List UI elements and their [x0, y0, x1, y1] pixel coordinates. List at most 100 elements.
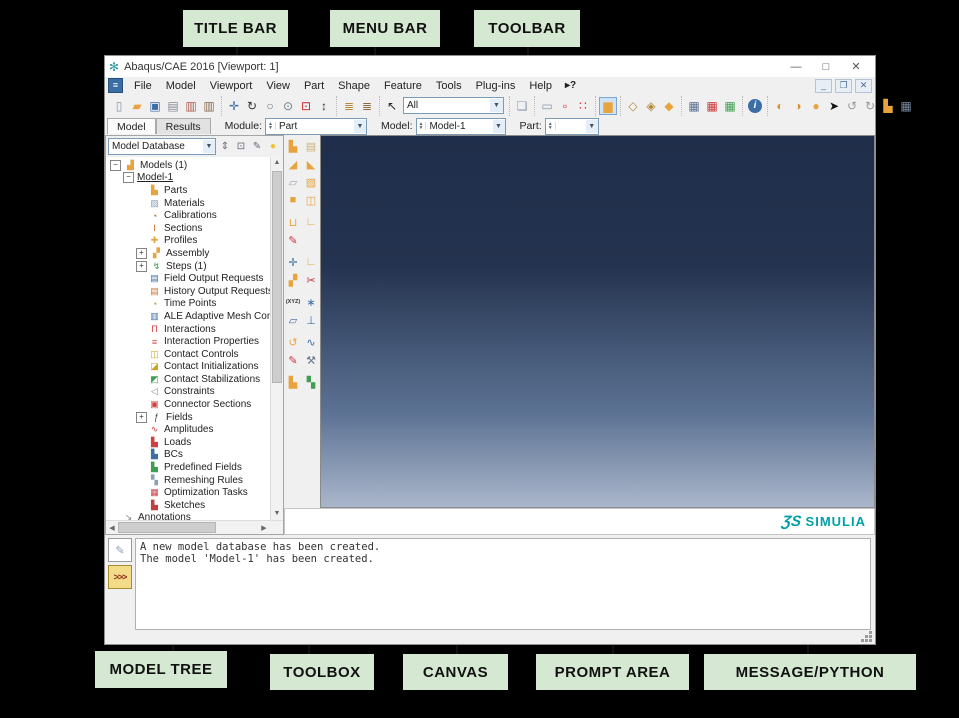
create-shell-extrude-icon[interactable]: ◢: [285, 156, 301, 172]
tree-item-contact-initializations[interactable]: ◪Contact Initializations: [106, 361, 283, 374]
close-button[interactable]: ✕: [841, 60, 871, 73]
dropdown-arrow-icon[interactable]: ▼: [586, 120, 598, 133]
new-model-database-icon[interactable]: ▯: [110, 97, 128, 115]
tree-item-field-output-requests[interactable]: ▤Field Output Requests: [106, 272, 283, 285]
sphere-primitive-icon[interactable]: ●: [807, 97, 825, 115]
maximize-button[interactable]: □: [811, 61, 841, 73]
tree-item-loads[interactable]: ▙Loads: [106, 436, 283, 449]
create-bracket-icon[interactable]: ∟: [303, 214, 319, 230]
open-database-icon[interactable]: ▰: [128, 97, 146, 115]
database-selector-dropdown-icon[interactable]: ▼: [203, 140, 215, 153]
partition-edge-icon[interactable]: ▞: [285, 272, 301, 288]
scroll-up-icon[interactable]: ▲: [271, 157, 283, 169]
calculator-icon[interactable]: ▦: [897, 97, 915, 115]
cycle-views-icon[interactable]: ↕: [315, 97, 333, 115]
datum-csys-icon[interactable]: ⊥: [303, 312, 319, 328]
wireframe-render-icon[interactable]: ◇: [624, 97, 642, 115]
tree-item-annotations[interactable]: ↘Annotations: [106, 512, 283, 520]
create-solid-loft-icon[interactable]: ▧: [303, 174, 319, 190]
menu-model[interactable]: Model: [159, 80, 203, 92]
customize-icon[interactable]: ▙: [879, 97, 897, 115]
model-combo[interactable]: ▲▼Model-1▼: [416, 118, 506, 135]
mirror-part-icon[interactable]: ◫: [303, 192, 319, 208]
expand-icon[interactable]: +: [136, 412, 147, 423]
tree-item-constraints[interactable]: ◁Constraints: [106, 386, 283, 399]
tab-results[interactable]: Results: [156, 118, 211, 134]
collapse-icon[interactable]: −: [110, 160, 121, 171]
tree-item-calibrations[interactable]: ◔Calibrations: [106, 209, 283, 222]
database-upload-icon[interactable]: ▥: [182, 97, 200, 115]
geometry-repair-tools-icon[interactable]: ⚒: [303, 352, 319, 368]
perspective-off-icon[interactable]: ≣: [358, 97, 376, 115]
dropdown-arrow-icon[interactable]: ▼: [493, 120, 505, 133]
scroll-down-icon[interactable]: ▼: [271, 508, 283, 520]
context-help-icon[interactable]: ▸?: [559, 80, 582, 91]
tree-item-assembly[interactable]: +▞Assembly: [106, 247, 283, 260]
menu-feature[interactable]: Feature: [377, 80, 429, 92]
dropdown-arrow-icon[interactable]: ▼: [354, 120, 366, 133]
create-boss-icon[interactable]: ⊔: [285, 214, 301, 230]
tree-hscroll-thumb[interactable]: [118, 522, 216, 533]
tree-item-steps-1[interactable]: +↯Steps (1): [106, 260, 283, 273]
auto-fit-view-icon[interactable]: ⊡: [297, 97, 315, 115]
menu-help[interactable]: Help: [522, 80, 559, 92]
tree-item-contact-controls[interactable]: ◫Contact Controls: [106, 348, 283, 361]
rotate-view-icon[interactable]: ↻: [243, 97, 261, 115]
partition-cell-icon[interactable]: ✛: [285, 254, 301, 270]
hidden-line-render-icon[interactable]: ◈: [642, 97, 660, 115]
viewport-canvas[interactable]: [320, 135, 875, 508]
tree-item-materials[interactable]: ▨Materials: [106, 197, 283, 210]
python-kernel-tab[interactable]: >>>: [108, 565, 132, 589]
menu-shape[interactable]: Shape: [331, 80, 377, 92]
datum-axis-icon[interactable]: ∗: [303, 294, 319, 310]
pan-view-icon[interactable]: ✛: [225, 97, 243, 115]
expand-icon[interactable]: +: [136, 261, 147, 272]
tree-item-sections[interactable]: ⅠSections: [106, 222, 283, 235]
tree-item-model-1[interactable]: −Model-1: [106, 172, 283, 185]
expand-icon[interactable]: +: [136, 248, 147, 259]
datum-plane-icon[interactable]: ▱: [285, 312, 301, 328]
tree-vertical-scrollbar[interactable]: ▲ ▼: [270, 157, 283, 520]
tree-item-ale-adaptive-mesh-constraints[interactable]: ▥ALE Adaptive Mesh Constraints: [106, 310, 283, 323]
save-database-icon[interactable]: ▣: [146, 97, 164, 115]
tree-item-optimization-tasks[interactable]: ▦Optimization Tasks: [106, 486, 283, 499]
part-manager-icon[interactable]: ▤: [303, 138, 319, 154]
tree-item-predefined-fields[interactable]: ▙Predefined Fields: [106, 461, 283, 474]
spinner-icon[interactable]: ▲▼: [546, 122, 556, 130]
tree-item-interactions[interactable]: ΠInteractions: [106, 323, 283, 336]
tree-item-fields[interactable]: +ƒFields: [106, 411, 283, 424]
datum-point-icon[interactable]: (XYZ): [285, 294, 301, 310]
tree-item-amplitudes[interactable]: ∿Amplitudes: [106, 423, 283, 436]
menu-part[interactable]: Part: [297, 80, 331, 92]
menu-view[interactable]: View: [259, 80, 297, 92]
tree-item-interaction-properties[interactable]: ≡Interaction Properties: [106, 335, 283, 348]
tips-lightbulb-icon[interactable]: ●: [266, 140, 280, 154]
tab-model[interactable]: Model: [107, 118, 156, 134]
tree-item-sketches[interactable]: ▙Sketches: [106, 499, 283, 512]
perspective-on-icon[interactable]: ≣: [340, 97, 358, 115]
undo-icon[interactable]: ↺: [843, 97, 861, 115]
query-info-icon[interactable]: i: [746, 97, 764, 115]
print-icon[interactable]: ▤: [164, 97, 182, 115]
dropdown-arrow-icon[interactable]: ▼: [490, 99, 503, 112]
resize-grip[interactable]: [869, 631, 872, 634]
menu-plug-ins[interactable]: Plug-ins: [469, 80, 523, 92]
linked-viewports-icon[interactable]: ❏: [513, 97, 531, 115]
menu-file[interactable]: File: [127, 80, 159, 92]
create-part-icon[interactable]: ▙: [285, 138, 301, 154]
scroll-left-icon[interactable]: ◀: [106, 524, 118, 532]
collapse-icon[interactable]: −: [123, 172, 134, 183]
probe-values-icon[interactable]: ➤: [825, 97, 843, 115]
tree-item-connector-sections[interactable]: ▣Connector Sections: [106, 398, 283, 411]
boolean-union-icon[interactable]: ◐: [771, 97, 789, 115]
tree-item-remeshing-rules[interactable]: ▚Remeshing Rules: [106, 474, 283, 487]
message-log-tab[interactable]: ✎: [108, 538, 132, 562]
feature-manipulation-icon[interactable]: ✎: [285, 352, 301, 368]
database-selector-combo[interactable]: Model Database ▼: [108, 138, 216, 155]
filter-icon[interactable]: ✎: [250, 140, 264, 154]
partition-face-icon[interactable]: ∟: [303, 254, 319, 270]
tree-scroll-thumb[interactable]: [272, 171, 282, 383]
collapse-all-icon[interactable]: ⊡: [234, 140, 248, 154]
part-combo[interactable]: ▲▼ ▼: [545, 118, 599, 135]
create-planar-shell-icon[interactable]: ▱: [285, 174, 301, 190]
